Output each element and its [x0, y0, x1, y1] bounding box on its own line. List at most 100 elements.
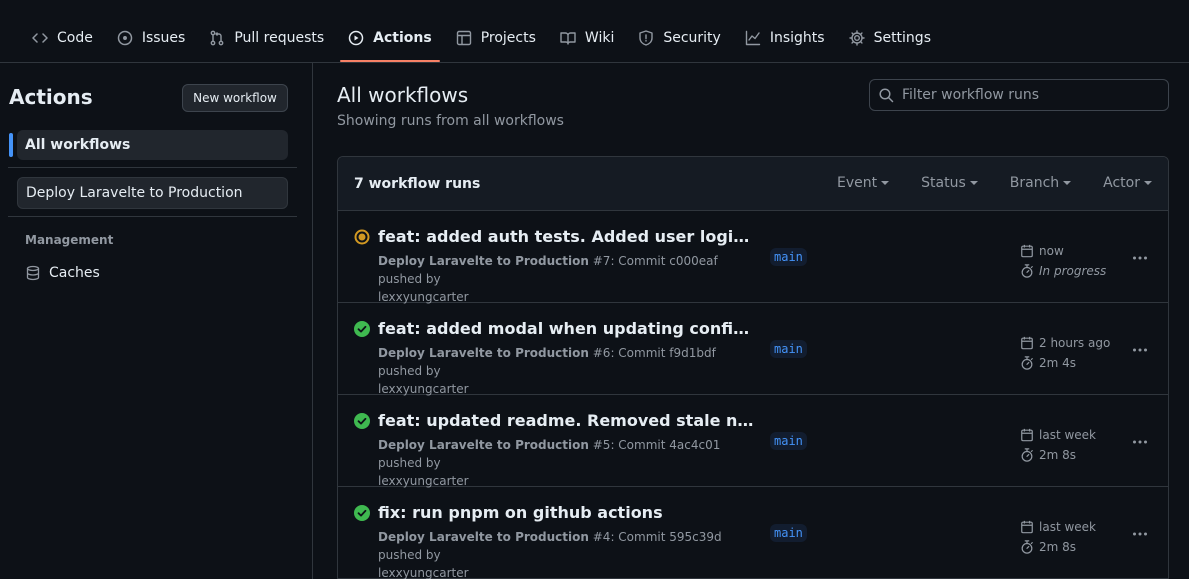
- branch-badge[interactable]: main: [770, 432, 807, 450]
- run-timing: last week 2m 8s: [1020, 517, 1096, 557]
- sidebar-item-all-workflows[interactable]: All workflows: [17, 130, 288, 160]
- run-timing: now In progress: [1020, 241, 1106, 281]
- runs-filters: Event Status Branch Actor: [805, 175, 1152, 191]
- tab-issues[interactable]: Issues: [109, 18, 194, 58]
- run-timing: last week 2m 8s: [1020, 425, 1096, 465]
- stopwatch-icon: [1021, 540, 1033, 554]
- database-icon: [26, 265, 40, 281]
- tab-code[interactable]: Code: [24, 18, 101, 58]
- caret-down-icon: [969, 181, 978, 185]
- shield-icon: [639, 30, 654, 46]
- tab-settings[interactable]: Settings: [841, 18, 939, 58]
- kebab-horizontal-icon: [1133, 532, 1147, 536]
- actor-filter-dropdown[interactable]: Actor: [1103, 175, 1152, 191]
- run-when: 2 hours ago: [1039, 336, 1111, 350]
- workflow-run-row: feat: added modal when updating configur…: [338, 303, 1168, 396]
- in-progress-icon: [354, 229, 370, 245]
- tab-pull-requests[interactable]: Pull requests: [201, 18, 332, 58]
- kebab-horizontal-icon: [1133, 348, 1147, 352]
- sidebar-title: Actions: [9, 85, 93, 109]
- run-options-button[interactable]: [1128, 522, 1152, 546]
- run-title-link[interactable]: fix: run pnpm on github actions: [378, 503, 758, 522]
- tab-insights[interactable]: Insights: [737, 18, 833, 58]
- stopwatch-icon: [1021, 356, 1033, 370]
- run-title-link[interactable]: feat: updated readme. Removed stale npm …: [378, 411, 758, 430]
- page-title: All workflows: [337, 83, 469, 107]
- filter-workflow-runs-input[interactable]: [902, 87, 1162, 103]
- tab-label: Insights: [769, 30, 825, 46]
- sidebar-item-label: All workflows: [25, 137, 131, 153]
- run-meta: Deploy Laravelte to Production #5: Commi…: [378, 436, 758, 490]
- run-workflow-name: Deploy Laravelte to Production: [378, 438, 589, 452]
- run-meta: Deploy Laravelte to Production #7: Commi…: [378, 252, 758, 306]
- tab-label: Projects: [480, 30, 536, 46]
- run-workflow-name: Deploy Laravelte to Production: [378, 346, 589, 360]
- run-options-button[interactable]: [1128, 338, 1152, 362]
- caret-down-icon: [1063, 181, 1072, 185]
- sidebar-item-caches[interactable]: Caches: [17, 259, 288, 287]
- caret-down-icon: [881, 181, 890, 185]
- search-icon: [879, 88, 894, 103]
- workflow-runs-list: 7 workflow runs Event Status Branch Acto…: [337, 156, 1169, 579]
- table-icon: [456, 30, 471, 46]
- branch-badge[interactable]: main: [770, 340, 807, 358]
- calendar-icon: [1021, 428, 1033, 442]
- filter-box: [869, 79, 1169, 111]
- kebab-horizontal-icon: [1133, 440, 1147, 444]
- run-options-button[interactable]: [1128, 246, 1152, 270]
- tab-security[interactable]: Security: [630, 18, 729, 58]
- event-filter-dropdown[interactable]: Event: [837, 175, 890, 191]
- filter-label: Actor: [1103, 175, 1140, 191]
- run-when: last week: [1039, 428, 1096, 442]
- run-options-button[interactable]: [1128, 430, 1152, 454]
- run-actor: lexxyungcarter: [378, 566, 469, 579]
- run-workflow-name: Deploy Laravelte to Production: [378, 254, 589, 268]
- actions-sidebar: Actions New workflow All workflows Deplo…: [0, 63, 313, 579]
- run-duration: 2m 4s: [1039, 356, 1077, 370]
- tab-label: Issues: [141, 30, 186, 46]
- run-duration: 2m 8s: [1039, 540, 1077, 554]
- tab-label: Security: [663, 30, 721, 46]
- tab-label: Actions: [373, 30, 432, 46]
- run-actor: lexxyungcarter: [378, 290, 469, 304]
- check-circle-icon: [354, 413, 370, 429]
- run-title-link[interactable]: feat: added auth tests. Added user login…: [378, 227, 758, 246]
- run-timing: 2 hours ago 2m 4s: [1020, 333, 1110, 373]
- tab-projects[interactable]: Projects: [448, 18, 544, 58]
- code-icon: [32, 33, 48, 43]
- stopwatch-icon: [1021, 264, 1033, 278]
- run-workflow-name: Deploy Laravelte to Production: [378, 530, 589, 544]
- filter-label: Branch: [1009, 175, 1060, 191]
- calendar-icon: [1021, 520, 1033, 534]
- branch-filter-dropdown[interactable]: Branch: [1009, 175, 1072, 191]
- tab-wiki[interactable]: Wiki: [552, 18, 622, 58]
- branch-badge[interactable]: main: [770, 248, 807, 266]
- repo-tabs: Code Issues Pull requests Actions Projec…: [24, 18, 947, 62]
- filter-label: Event: [837, 175, 878, 191]
- caret-down-icon: [1144, 181, 1152, 185]
- check-circle-icon: [354, 321, 370, 337]
- workflow-run-row: fix: run pnpm on github actions Deploy L…: [338, 487, 1168, 579]
- tab-actions[interactable]: Actions: [340, 18, 440, 62]
- divider: [8, 216, 297, 217]
- check-circle-icon: [354, 505, 370, 521]
- kebab-horizontal-icon: [1133, 256, 1147, 260]
- branch-badge[interactable]: main: [770, 524, 807, 542]
- graph-icon: [745, 30, 761, 46]
- tab-label: Code: [57, 30, 93, 46]
- book-icon: [560, 32, 576, 45]
- calendar-icon: [1021, 244, 1033, 258]
- tab-label: Wiki: [584, 30, 615, 46]
- run-title-link[interactable]: feat: added modal when updating configur…: [378, 319, 758, 338]
- run-actor: lexxyungcarter: [378, 382, 469, 396]
- sidebar-item-workflow[interactable]: Deploy Laravelte to Production: [17, 177, 288, 209]
- run-duration: In progress: [1039, 264, 1107, 278]
- run-when: now: [1039, 244, 1064, 258]
- status-filter-dropdown[interactable]: Status: [921, 175, 978, 191]
- run-actor: lexxyungcarter: [378, 474, 469, 488]
- gear-icon: [848, 30, 865, 46]
- management-heading: Management: [25, 233, 114, 247]
- run-meta: Deploy Laravelte to Production #4: Commi…: [378, 528, 758, 579]
- new-workflow-button[interactable]: New workflow: [182, 84, 288, 112]
- run-duration: 2m 8s: [1039, 448, 1077, 462]
